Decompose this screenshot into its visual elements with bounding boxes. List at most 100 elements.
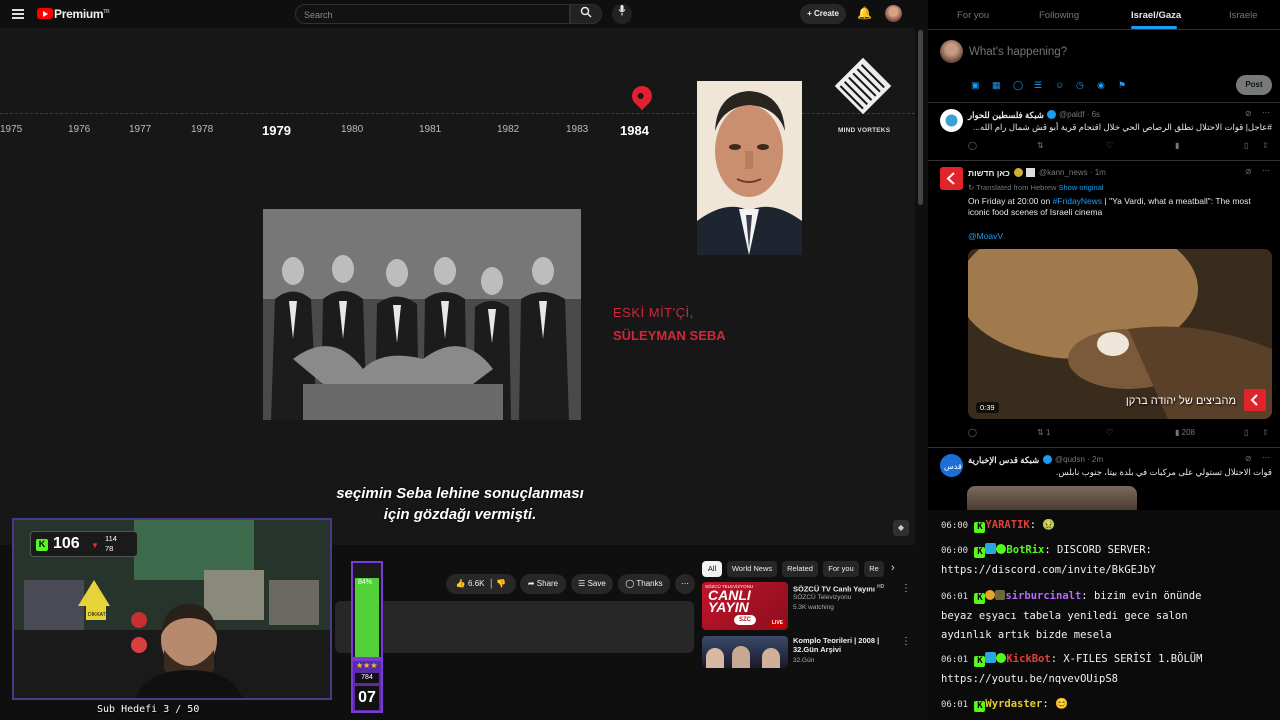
chip-related[interactable]: Related (782, 561, 818, 577)
page-scrollbar[interactable] (918, 30, 923, 205)
rec-menu-icon[interactable]: ⋮ (901, 636, 911, 647)
share-icon[interactable]: ⇧ (1262, 428, 1269, 437)
chat-message-cont: beyaz eşyacı tabela yeniledi gece salon (941, 610, 1188, 622)
timeline-year: 1980 (341, 124, 364, 135)
show-original-link[interactable]: Show original (1059, 183, 1104, 192)
down-arrow-icon: ▼ (91, 541, 99, 550)
like-icon[interactable]: ♡ (1106, 141, 1113, 150)
grok-icon[interactable]: ⊘ (1245, 167, 1252, 176)
hashtag-link[interactable]: #FridayNews (1053, 196, 1103, 206)
account-avatar[interactable] (885, 5, 902, 22)
thumbs-down-icon[interactable]: 👎 (496, 579, 506, 588)
rec-title-2[interactable]: Komplo Teorileri | 2008 | 32.Gün Arşivi (793, 636, 905, 654)
share-button[interactable]: ➦ Share (520, 574, 566, 594)
rec-thumbnail-1[interactable]: SÖZCÜ TELEVİZYONU CANLI YAYIN SZC LIVE (702, 582, 788, 630)
share-icon[interactable]: ⇧ (1262, 141, 1269, 150)
chat-username[interactable]: Wyrdaster (985, 698, 1042, 710)
caption-title: ESKİ MİT'Çİ, (613, 305, 694, 320)
kick-viewer-widget: K 106 ▼ 114 78 (30, 531, 138, 557)
tweet-author[interactable]: شبكة فلسطين للحوار (968, 110, 1044, 121)
rec-channel-1[interactable]: SÖZCÜ Televizyonu (793, 594, 851, 602)
chip-re[interactable]: Re (864, 561, 884, 577)
gif-icon[interactable]: ▦ (992, 80, 1001, 91)
reply-icon[interactable]: ◯ (968, 141, 977, 150)
retweet-icon[interactable]: ⇅ (1037, 141, 1044, 150)
more-icon[interactable]: ⋯ (1262, 108, 1270, 117)
post-button[interactable]: Post (1236, 75, 1272, 95)
menu-icon[interactable] (12, 9, 24, 19)
tweet-avatar[interactable] (940, 167, 963, 190)
like-dislike-group[interactable]: 👍 6.6K │ 👎 (446, 574, 516, 594)
compose-input[interactable]: What's happening? (969, 46, 1067, 58)
retweet-icon[interactable]: ⇅ 1 (1037, 428, 1050, 437)
image-icon[interactable]: ▣ (971, 80, 980, 91)
grok-icon[interactable]: ⊘ (1245, 454, 1252, 463)
tab-israel-gaza[interactable]: Israel/Gaza (1131, 10, 1181, 21)
rec-thumbnail-2[interactable] (702, 636, 788, 668)
chat-username[interactable]: KickBot (1006, 653, 1050, 665)
tweet-video[interactable]: מהביצים של יהודה ברקן 0:39 (968, 249, 1272, 419)
bookmark-icon[interactable]: ▯ (1244, 141, 1248, 150)
chat-username[interactable]: BotRix (1006, 544, 1044, 556)
more-icon[interactable]: ⋯ (1262, 166, 1270, 175)
tab-following[interactable]: Following (1039, 10, 1079, 21)
gift-badge-icon (995, 590, 1006, 600)
emoji-icon[interactable]: ☺ (1055, 80, 1064, 90)
grok-icon[interactable]: ⊘ (1245, 109, 1252, 118)
tweet-author[interactable]: شبكة قدس الإخبارية (968, 455, 1039, 466)
like-icon[interactable]: ♡ (1106, 428, 1113, 437)
chip-world-news[interactable]: World News (727, 561, 777, 577)
flag-icon[interactable]: ⚑ (1118, 80, 1126, 91)
video-settings-icon[interactable]: ◆ (893, 520, 909, 536)
tweet-handle[interactable]: @paldf · 6s (1059, 110, 1100, 119)
tweet-image[interactable] (967, 486, 1137, 510)
notifications-bell-icon[interactable]: 🔔 (857, 6, 872, 20)
rec-title-1[interactable]: SÖZCÜ TV Canlı Yayını HD (793, 583, 884, 594)
sub-badge-icon (985, 590, 996, 600)
chat-message: 06:00 K YARATIK: 🤢 (941, 519, 1056, 533)
more-icon[interactable]: ⋯ (1262, 453, 1270, 462)
compose-avatar[interactable] (940, 40, 963, 63)
tweet-author[interactable]: כאן חדשות (968, 168, 1010, 178)
reply-icon[interactable]: ◯ (968, 428, 977, 437)
tweet-handle[interactable]: @kann_news · 1m (1039, 168, 1106, 177)
goal-meter-percent: 84% (358, 579, 373, 586)
chat-link[interactable]: https://youtu.be/nqvevOUipS8 (941, 672, 1118, 686)
more-actions-button[interactable]: ⋯ (675, 574, 695, 594)
youtube-logo-icon[interactable] (37, 8, 53, 19)
thanks-button[interactable]: ◯ Thanks (618, 574, 670, 594)
voice-search-button[interactable] (612, 4, 632, 24)
save-button[interactable]: ☰ Save (571, 574, 613, 594)
views-icon[interactable]: ▮ (1175, 141, 1179, 150)
thumbs-up-icon[interactable]: 👍 (456, 579, 466, 588)
chip-all[interactable]: All (702, 561, 722, 577)
chat-username[interactable]: YARATIK (985, 519, 1029, 531)
grok-icon[interactable]: ◯ (1013, 80, 1023, 91)
location-icon[interactable]: ◉ (1097, 80, 1105, 91)
search-button[interactable] (570, 4, 602, 24)
tweet-handle[interactable]: @qudsn · 2m (1055, 455, 1103, 464)
views-icon[interactable]: ▮ 208 (1175, 428, 1195, 437)
youtube-brand[interactable]: PremiumTR (54, 7, 110, 21)
search-input[interactable]: Search (295, 4, 570, 24)
tweet-avatar[interactable] (940, 109, 963, 132)
timeline-year: 1975 (0, 124, 23, 135)
rec-menu-icon[interactable]: ⋮ (901, 583, 911, 594)
chip-for-you[interactable]: For you (823, 561, 859, 577)
schedule-icon[interactable]: ◷ (1076, 80, 1084, 91)
poll-icon[interactable]: ☰ (1034, 80, 1042, 91)
rec-channel-2[interactable]: 32.Gün (793, 657, 814, 665)
video-player[interactable]: 1975 1976 1977 1978 1979 1980 1981 1982 1983 1984 (0, 28, 915, 545)
stat-b: 78 (105, 544, 114, 553)
tab-israele[interactable]: Israele (1229, 10, 1258, 21)
tweet-avatar[interactable]: قدس (940, 454, 963, 477)
chevron-right-icon[interactable]: › (891, 562, 895, 574)
tab-for-you[interactable]: For you (957, 10, 989, 21)
chat-username[interactable]: sirburcinalt (1005, 590, 1081, 602)
mention-link[interactable]: @MoavV (968, 231, 1003, 242)
create-button[interactable]: + Create (800, 4, 846, 24)
channel-logo-icon (833, 56, 893, 136)
description-box[interactable] (335, 601, 694, 653)
chat-link[interactable]: https://discord.com/invite/BkGEJbY (941, 563, 1156, 577)
bookmark-icon[interactable]: ▯ (1244, 428, 1248, 437)
